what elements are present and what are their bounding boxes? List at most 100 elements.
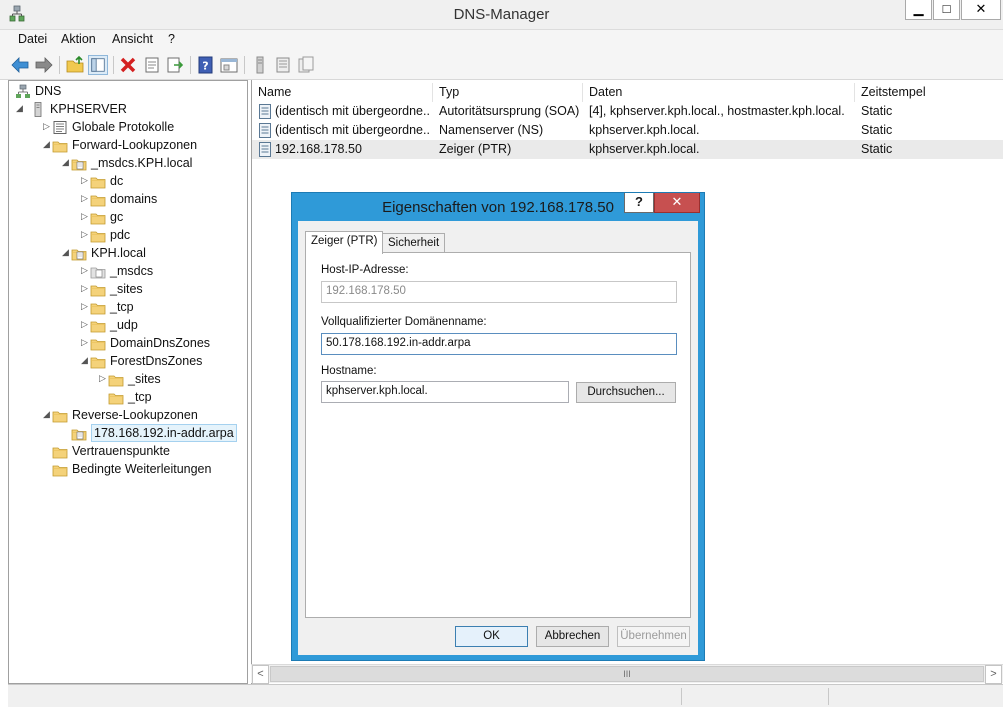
scroll-left-button[interactable]: <	[252, 665, 269, 684]
column-header-data[interactable]: Daten	[583, 83, 855, 102]
cell-name: (identisch mit übergeordne...	[275, 104, 431, 118]
table-row-selected[interactable]: 192.168.178.50 Zeiger (PTR) kphserver.kp…	[252, 140, 1003, 159]
tree-item[interactable]: ▷ domains	[9, 191, 247, 209]
tree-item[interactable]: ◢ KPHSERVER	[9, 101, 247, 119]
menu-datei[interactable]: Datei	[18, 32, 47, 46]
tree-item[interactable]: _tcp	[9, 389, 247, 407]
browse-button[interactable]: Durchsuchen...	[576, 382, 676, 403]
tree-item-label: KPHSERVER	[50, 102, 127, 116]
tree-item[interactable]: ▷ dc	[9, 173, 247, 191]
horizontal-scrollbar[interactable]: < III >	[251, 664, 1003, 684]
delete-icon[interactable]	[118, 55, 138, 75]
cell-data: kphserver.kph.local.	[589, 123, 700, 137]
cancel-button[interactable]: Abbrechen	[536, 626, 609, 647]
properties-icon[interactable]	[142, 55, 162, 75]
cell-data: [4], kphserver.kph.local., hostmaster.kp…	[589, 104, 845, 118]
tree-item[interactable]: ▷ pdc	[9, 227, 247, 245]
tree-item[interactable]: ◢ _msdcs.KPH.local	[9, 155, 247, 173]
cell-data: kphserver.kph.local.	[589, 142, 700, 156]
tree-item[interactable]: ▷ _tcp	[9, 299, 247, 317]
tree-item-label: ForestDnsZones	[110, 354, 203, 368]
tree-item[interactable]: Bedingte Weiterleitungen	[9, 461, 247, 479]
export-icon[interactable]	[165, 55, 185, 75]
folder-icon	[90, 303, 106, 315]
tab-security[interactable]: Sicherheit	[382, 233, 446, 254]
tree-item[interactable]: ◢ KPH.local	[9, 245, 247, 263]
tree-item[interactable]: ▷ _sites	[9, 281, 247, 299]
folder-icon	[52, 465, 68, 477]
up-folder-icon[interactable]	[65, 55, 85, 75]
tree-item[interactable]: 178.168.192.in-addr.arpa	[9, 424, 247, 443]
help-icon[interactable]: ?	[196, 55, 216, 75]
tree-item-label: KPH.local	[91, 246, 146, 260]
window-title: DNS-Manager	[453, 6, 550, 23]
folder-icon	[52, 411, 68, 423]
close-button[interactable]: ✕	[961, 0, 1001, 20]
tree-item-label: _tcp	[110, 300, 134, 314]
folder-icon	[90, 321, 106, 333]
folder-icon	[108, 375, 124, 387]
back-icon[interactable]	[10, 55, 30, 75]
menu-ansicht[interactable]: Ansicht	[112, 32, 153, 46]
console-icon[interactable]	[219, 55, 239, 75]
table-row[interactable]: (identisch mit übergeordne... Namenserve…	[252, 121, 1003, 140]
host-ip-label: Host-IP-Adresse:	[321, 264, 409, 276]
toolbar-separator	[190, 56, 191, 74]
log-icon	[53, 121, 67, 134]
tree-item[interactable]: ◢ ForestDnsZones	[9, 353, 247, 371]
ok-button[interactable]: OK	[455, 626, 528, 647]
tree-item[interactable]: ◢ Reverse-Lookupzonen	[9, 407, 247, 425]
folder-icon	[90, 213, 106, 225]
minimize-button[interactable]: ▁	[905, 0, 932, 20]
table-row[interactable]: (identisch mit übergeordne... Autoritäts…	[252, 102, 1003, 121]
tree-item-label: Forward-Lookupzonen	[72, 138, 198, 152]
console-tree: DNS ◢ KPHSERVER ▷ Globale Protokolle ◢ Forward…	[8, 80, 248, 684]
toolbar: ?	[0, 50, 1003, 80]
fqdn-label: Vollqualifizierter Domänenname:	[321, 316, 487, 328]
tree-item-label: _sites	[110, 282, 143, 296]
dialog-close-button[interactable]: ✕	[654, 193, 700, 213]
scroll-right-button[interactable]: >	[985, 665, 1002, 684]
folder-icon	[90, 195, 106, 207]
server-icon	[34, 102, 42, 117]
tree-item[interactable]: ▷ gc	[9, 209, 247, 227]
toolbar-separator	[244, 56, 245, 74]
scroll-thumb[interactable]: III	[270, 666, 984, 682]
menu-bar: Datei Aktion Ansicht ?	[0, 30, 1003, 50]
hostname-field[interactable]: kphserver.kph.local.	[321, 381, 569, 403]
tree-item-label: _tcp	[128, 390, 152, 404]
properties-dialog: Eigenschaften von 192.168.178.50 ? ✕ Zei…	[291, 192, 705, 661]
maximize-button[interactable]: □	[933, 0, 960, 20]
fqdn-field[interactable]: 50.178.168.192.in-addr.arpa	[321, 333, 677, 355]
list-icon[interactable]	[273, 55, 293, 75]
title-bar: DNS-Manager ▁ □ ✕	[0, 0, 1003, 30]
tree-item[interactable]: ◢ Forward-Lookupzonen	[9, 137, 247, 155]
tab-pointer[interactable]: Zeiger (PTR)	[305, 231, 384, 254]
collapse-arrow-icon[interactable]: ◢	[16, 103, 26, 115]
menu-help[interactable]: ?	[168, 32, 175, 46]
tree-item[interactable]: DNS	[9, 83, 247, 101]
dialog-content: Zeiger (PTR) Sicherheit Host-IP-Adresse:…	[298, 221, 698, 655]
dialog-help-button[interactable]: ?	[624, 193, 654, 213]
tree-item-label: domains	[110, 192, 158, 206]
tree-item-label: _udp	[110, 318, 138, 332]
column-header-timestamp[interactable]: Zeitstempel	[855, 83, 1003, 102]
menu-aktion[interactable]: Aktion	[61, 32, 96, 46]
tree-item[interactable]: ▷ _msdcs	[9, 263, 247, 281]
tree-item[interactable]: ▷ Globale Protokolle	[9, 119, 247, 137]
tree-item[interactable]: ▷ DomainDnsZones	[9, 335, 247, 353]
server-icon[interactable]	[250, 55, 270, 75]
tree-item[interactable]: ▷ _udp	[9, 317, 247, 335]
tree-item[interactable]: ▷ _sites	[9, 371, 247, 389]
tree-item[interactable]: Vertrauenspunkte	[9, 443, 247, 461]
show-hide-tree-icon[interactable]	[88, 55, 108, 75]
status-bar	[8, 684, 1003, 707]
tree-item-label: gc	[110, 210, 124, 224]
column-header-name[interactable]: Name	[252, 83, 433, 102]
column-header-type[interactable]: Typ	[433, 83, 583, 102]
record-icon	[259, 104, 271, 119]
cell-name: 192.168.178.50	[275, 142, 362, 156]
tree-item-label: DomainDnsZones	[110, 336, 211, 350]
forward-icon[interactable]	[34, 55, 54, 75]
record-icon[interactable]	[296, 55, 316, 75]
